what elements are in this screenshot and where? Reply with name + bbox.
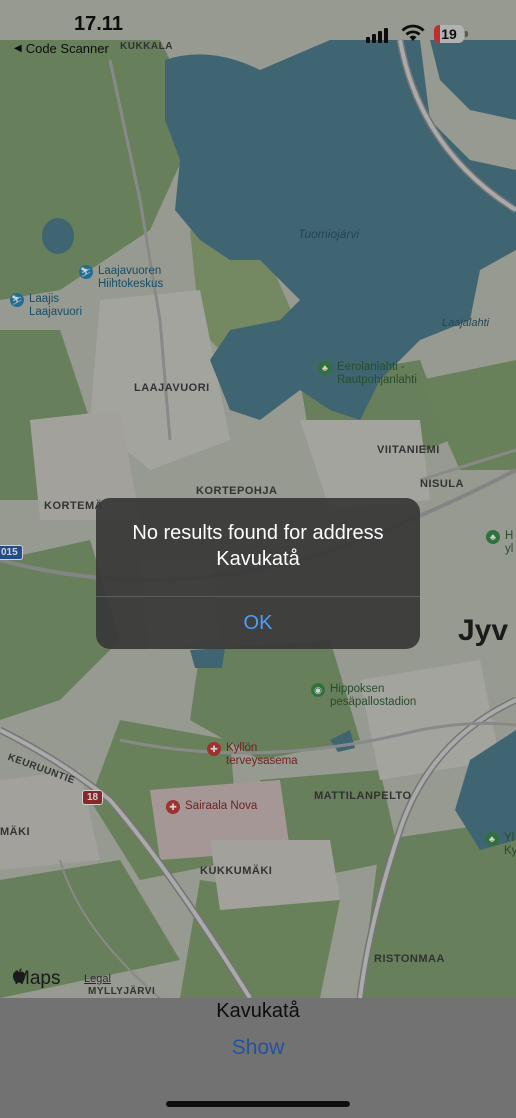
no-results-alert: No results found for address Kavukatå OK [96, 498, 420, 649]
alert-ok-button[interactable]: OK [96, 597, 420, 649]
alert-message: No results found for address Kavukatå [132, 522, 384, 570]
